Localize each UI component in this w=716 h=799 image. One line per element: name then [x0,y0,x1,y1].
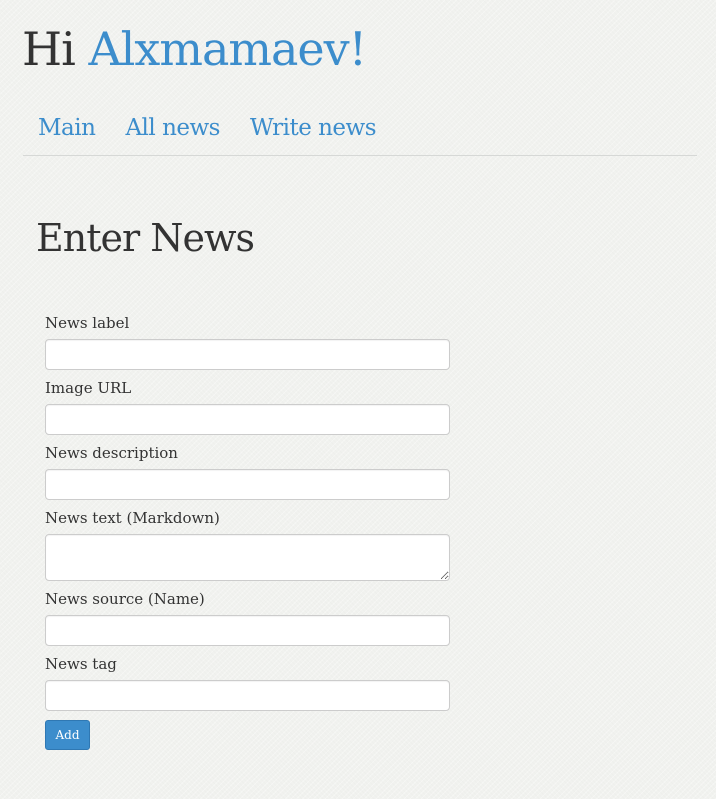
username: Alxmamaev! [88,22,367,76]
add-button[interactable]: Add [45,720,90,750]
news-source-label: News source (Name) [45,590,205,608]
news-description-input[interactable] [45,469,450,500]
news-tag-label: News tag [45,655,117,673]
news-description-label: News description [45,444,178,462]
news-tag-input[interactable] [45,680,450,711]
greeting-heading: Hi Alxmamaev! [22,14,367,84]
image-url-input[interactable] [45,404,450,435]
news-text-group: News text (Markdown) [45,508,450,581]
image-url-label: Image URL [45,379,132,397]
news-source-group: News source (Name) [45,589,450,646]
image-url-group: Image URL [45,378,450,435]
news-label-label: News label [45,314,130,332]
enter-news-form: News label Image URL News description Ne… [45,305,450,750]
nav-item-main[interactable]: Main [38,108,96,148]
nav-item-write-news[interactable]: Write news [250,108,377,148]
news-source-input[interactable] [45,615,450,646]
news-tag-group: News tag [45,654,450,711]
news-label-group: News label [45,313,450,370]
greeting-prefix: Hi [22,22,89,76]
news-label-input[interactable] [45,339,450,370]
main-nav: Main All news Write news [38,108,377,148]
nav-item-all-news[interactable]: All news [125,108,220,148]
header-divider [23,155,697,156]
news-text-label: News text (Markdown) [45,509,220,527]
news-description-group: News description [45,443,450,500]
news-text-textarea[interactable] [45,534,450,581]
page-title: Enter News [36,216,255,260]
